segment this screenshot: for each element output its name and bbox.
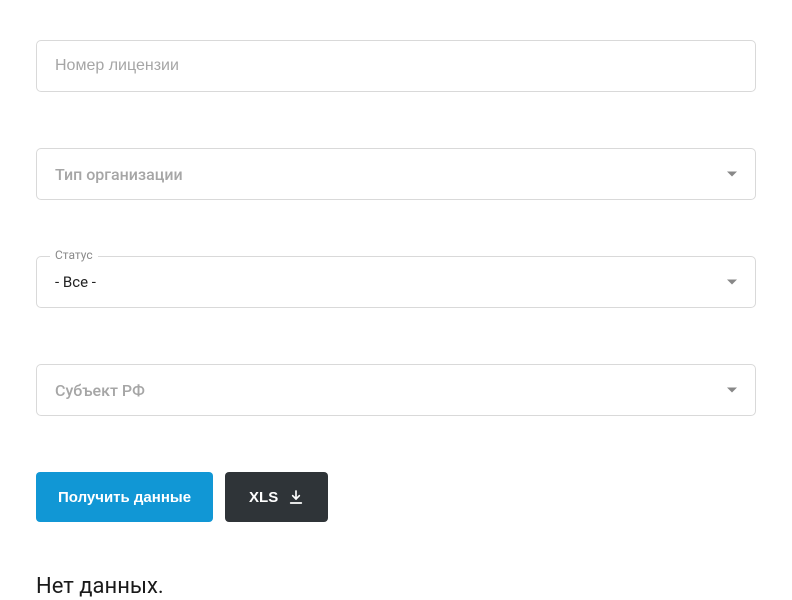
status-select[interactable]: - Все - xyxy=(36,256,756,308)
export-xls-label: XLS xyxy=(249,489,278,506)
button-row: Получить данные XLS xyxy=(36,472,756,522)
status-label: Статус xyxy=(50,248,98,262)
region-field: Субъект РФ xyxy=(36,364,756,416)
chevron-down-icon xyxy=(727,172,737,177)
region-placeholder: Субъект РФ xyxy=(55,381,145,400)
chevron-down-icon xyxy=(727,280,737,285)
org-type-placeholder: Тип организации xyxy=(55,165,183,184)
license-field xyxy=(36,40,756,92)
license-number-input[interactable] xyxy=(36,40,756,92)
submit-button[interactable]: Получить данные xyxy=(36,472,213,522)
org-type-select[interactable]: Тип организации xyxy=(36,148,756,200)
export-xls-button[interactable]: XLS xyxy=(225,472,328,522)
region-select[interactable]: Субъект РФ xyxy=(36,364,756,416)
download-icon xyxy=(288,489,304,505)
status-value: - Все - xyxy=(55,273,96,291)
org-type-field: Тип организации xyxy=(36,148,756,200)
empty-state-message: Нет данных. xyxy=(36,574,756,599)
chevron-down-icon xyxy=(727,388,737,393)
search-form: Тип организации Статус - Все - Субъект Р… xyxy=(36,40,756,599)
status-field: Статус - Все - xyxy=(36,256,756,308)
